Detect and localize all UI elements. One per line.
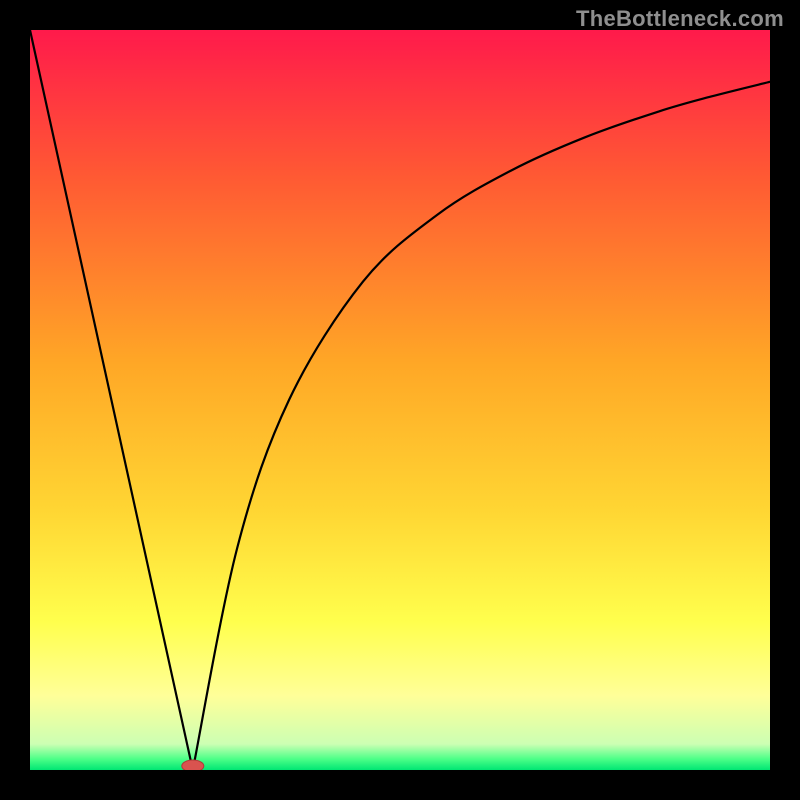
curve-right-segment — [193, 82, 770, 770]
chart-curve — [30, 30, 770, 770]
chart-frame — [30, 30, 770, 770]
curve-left-segment — [30, 30, 193, 770]
attribution-text: TheBottleneck.com — [576, 6, 784, 32]
minimum-marker — [182, 760, 204, 770]
